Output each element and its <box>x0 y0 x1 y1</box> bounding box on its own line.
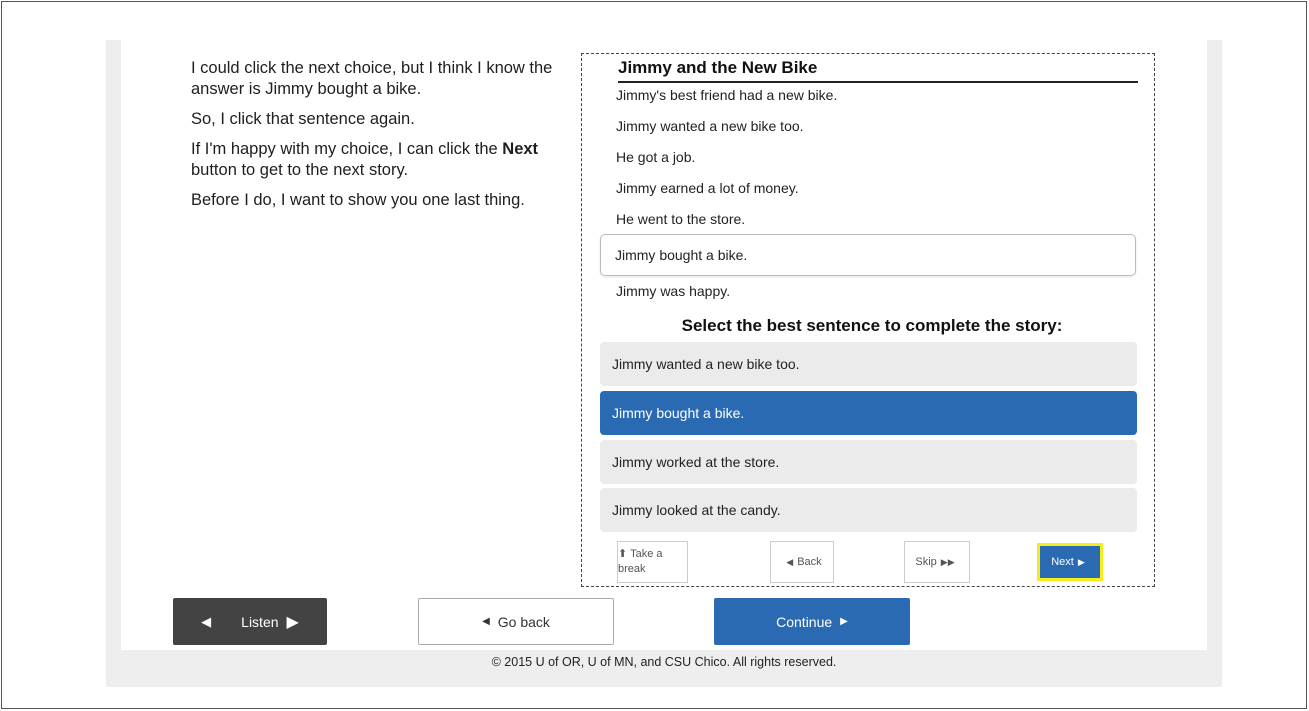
copyright-footer: © 2015 U of OR, U of MN, and CSU Chico. … <box>491 655 837 669</box>
choice-option[interactable]: Jimmy wanted a new bike too. <box>600 342 1137 386</box>
speaker-icon: ◀ <box>201 613 212 629</box>
question-prompt: Select the best sentence to complete the… <box>681 316 1063 335</box>
story-line: He went to the store. <box>616 211 746 227</box>
take-break-button[interactable]: ⬆︎ Take a break <box>617 541 688 583</box>
next-button[interactable]: Next ▶ <box>1037 543 1103 581</box>
story-line: Jimmy's best friend had a new bike. <box>616 87 838 103</box>
upload-icon: ⬆︎ Take a break <box>618 548 663 575</box>
continue-button[interactable]: Continue ▶ <box>714 598 910 645</box>
fast-forward-icon: ▶▶ <box>940 556 955 567</box>
caret-right-icon: ▶ <box>1077 556 1085 567</box>
story-line: Jimmy earned a lot of money. <box>616 180 799 196</box>
listen-button[interactable]: ◀ Listen ▶ <box>173 598 327 645</box>
story-line: Jimmy wanted a new bike too. <box>616 118 804 134</box>
story-answer-slot[interactable]: Jimmy bought a bike. <box>600 234 1136 276</box>
choice-option[interactable]: Jimmy worked at the store. <box>600 440 1137 484</box>
narration-paragraph-4: Before I do, I want to show you one last… <box>191 191 525 209</box>
story-line: He got a job. <box>616 149 696 165</box>
next-emphasis: Next <box>502 140 539 158</box>
go-back-button[interactable]: ◀ Go back <box>418 598 614 645</box>
caret-right-icon: ▶ <box>840 616 848 627</box>
caret-left-icon: ◀ <box>482 616 490 627</box>
caret-left-icon: ◀ <box>786 556 794 567</box>
narration-paragraph-3: If I'm happy with my choice, I can click… <box>191 140 539 179</box>
back-button[interactable]: ◀ Back <box>770 541 834 583</box>
story-line: Jimmy was happy. <box>616 283 731 299</box>
choice-option[interactable]: Jimmy looked at the candy. <box>600 488 1137 532</box>
choice-option-selected[interactable]: Jimmy bought a bike. <box>600 391 1137 435</box>
skip-button[interactable]: Skip ▶▶ <box>904 541 970 583</box>
story-title: Jimmy and the New Bike <box>618 58 1138 83</box>
narration-paragraph-1: I could click the next choice, but I thi… <box>191 59 553 98</box>
narration-text: I could click the next choice, but I thi… <box>191 58 571 220</box>
play-icon: ▶ <box>286 613 299 631</box>
narration-paragraph-2: So, I click that sentence again. <box>191 110 415 128</box>
